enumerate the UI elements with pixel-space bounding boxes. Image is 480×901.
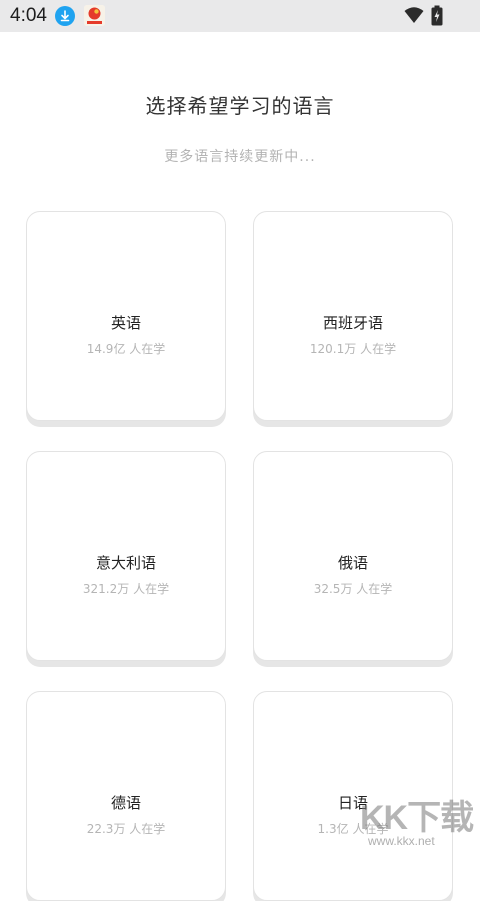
language-name: 德语: [110, 794, 141, 812]
learner-count: 22.3万 人在学: [86, 822, 166, 836]
learner-count: 120.1万 人在学: [309, 342, 397, 356]
download-icon: [55, 6, 75, 26]
language-card-italian[interactable]: 意大利语 321.2万 人在学: [26, 451, 226, 661]
language-name: 英语: [110, 314, 141, 332]
language-card-russian[interactable]: 俄语 32.5万 人在学: [253, 451, 453, 661]
language-card-german[interactable]: 德语 22.3万 人在学: [26, 691, 226, 901]
language-name: 西班牙语: [322, 314, 383, 332]
language-card-english[interactable]: 英语 14.9亿 人在学: [26, 211, 226, 421]
app-notification-icon: [84, 5, 105, 26]
learner-count: 321.2万 人在学: [82, 582, 170, 596]
wifi-icon: [404, 6, 424, 28]
language-card-spanish[interactable]: 西班牙语 120.1万 人在学: [253, 211, 453, 421]
status-bar: 4:04: [0, 0, 480, 32]
watermark: KK下载 www.kkx.net: [360, 790, 478, 852]
learner-count: 32.5万 人在学: [313, 582, 393, 596]
watermark-url: www.kkx.net: [368, 834, 435, 848]
learner-count: 14.9亿 人在学: [86, 342, 166, 356]
watermark-logo-text: KK下载: [360, 799, 474, 837]
page-title: 选择希望学习的语言: [145, 94, 335, 118]
language-name: 意大利语: [95, 554, 156, 572]
language-name: 俄语: [337, 554, 368, 572]
status-time: 4:04: [10, 5, 47, 26]
page-subtitle: 更多语言持续更新中...: [164, 149, 316, 165]
battery-charging-icon: [431, 5, 443, 30]
